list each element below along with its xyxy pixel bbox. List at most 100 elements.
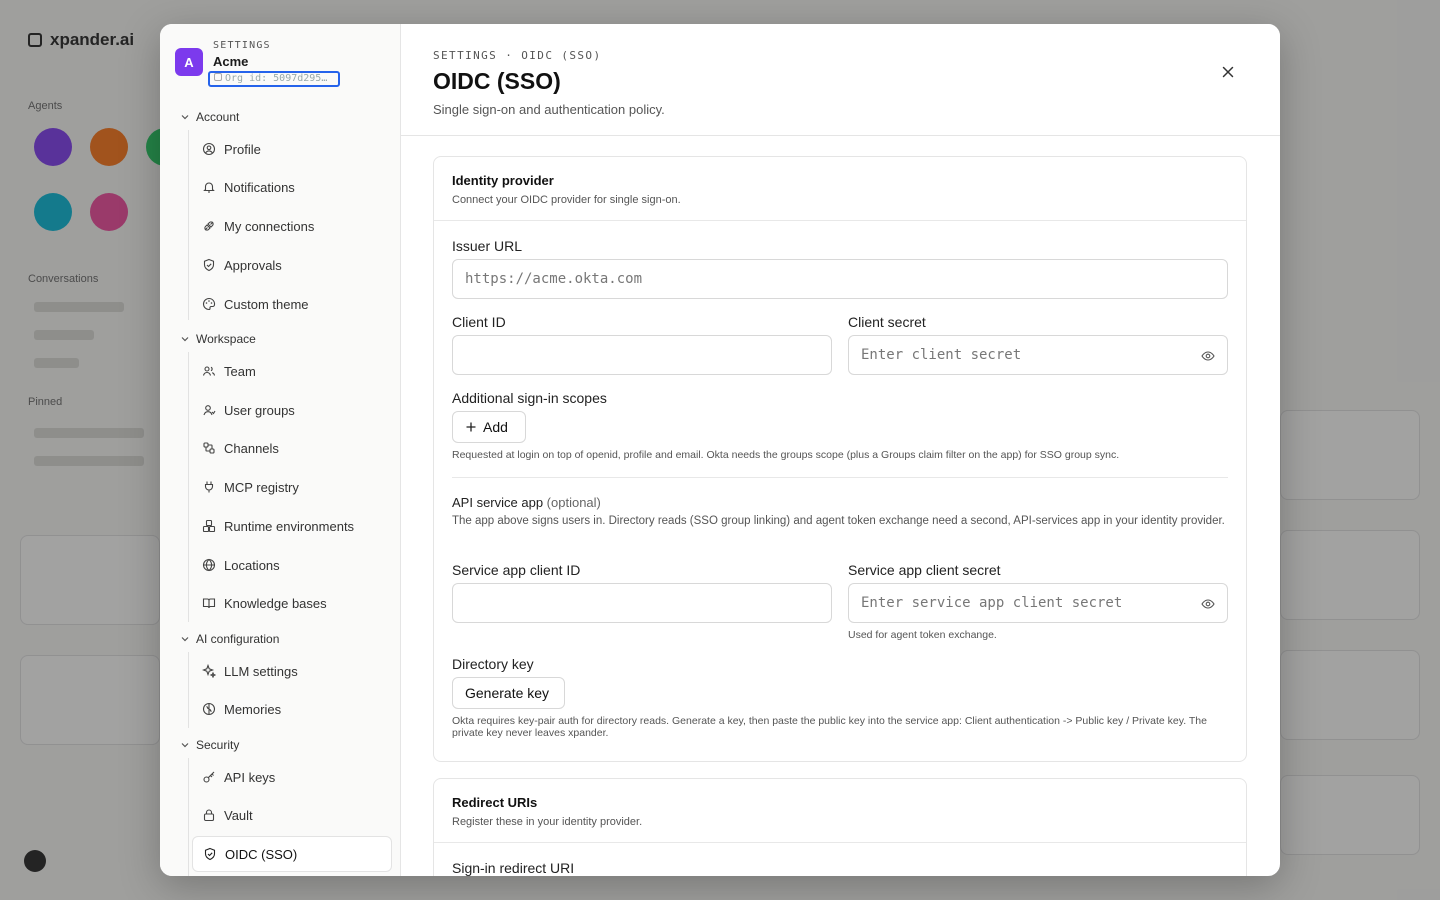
client-secret-label: Client secret — [848, 314, 926, 330]
eye-icon[interactable] — [1201, 597, 1215, 611]
sidebar-item-my-connections[interactable]: My connections — [192, 208, 392, 244]
sidebar-item-memories[interactable]: Memories — [192, 691, 392, 727]
page-title: OIDC (SSO) — [433, 68, 561, 94]
chevron-down-icon — [181, 743, 189, 748]
card-header: Identity provider Connect your OIDC prov… — [434, 157, 1246, 221]
org-name: Acme — [213, 54, 249, 69]
sidebar-item-mcp-registry[interactable]: MCP registry — [192, 469, 392, 505]
nav-group-label: Workspace — [196, 332, 256, 346]
sidebar-item-team[interactable]: Team — [192, 353, 392, 389]
sidebar-item-llm-settings[interactable]: LLM settings — [192, 653, 392, 689]
client-secret-input[interactable]: Enter client secret — [848, 335, 1228, 375]
sidebar-item-label: MCP registry — [224, 479, 299, 495]
sidebar-item-profile[interactable]: Profile — [192, 131, 392, 167]
sidebar-item-notifications[interactable]: Notifications — [192, 169, 392, 205]
api-service-title: API service app (optional) — [452, 495, 601, 510]
shield-check-icon — [203, 258, 215, 272]
sidebar-item-knowledge-bases[interactable]: Knowledge bases — [192, 585, 392, 621]
client-id-input[interactable] — [452, 335, 832, 375]
service-secret-hint: Used for agent token exchange. — [848, 629, 997, 641]
nav-rule — [188, 352, 189, 622]
nav-rule — [188, 758, 189, 876]
org-avatar: A — [175, 48, 203, 76]
sidebar-item-oidc-sso[interactable]: OIDC (SSO) — [192, 836, 392, 872]
eye-icon[interactable] — [1201, 349, 1215, 363]
sidebar-item-label: API keys — [224, 769, 276, 785]
service-client-secret-label: Service app client secret — [848, 562, 1001, 578]
nav-group-label: Account — [196, 110, 240, 124]
service-client-id-input[interactable] — [452, 583, 832, 623]
nav-group-ai-configuration[interactable]: AI configuration — [180, 632, 279, 646]
sidebar-item-label: Team — [224, 363, 256, 379]
section-divider — [452, 477, 1228, 478]
sidebar-item-runtime-environments[interactable]: Runtime environments — [192, 508, 392, 544]
sidebar-eyebrow: SETTINGS — [213, 40, 271, 51]
add-scope-button[interactable]: Add — [452, 411, 526, 443]
sidebar-item-label: Knowledge bases — [224, 595, 327, 611]
page-subtitle: Single sign-on and authentication policy… — [433, 102, 665, 117]
globe-icon — [202, 558, 216, 572]
book-open-icon — [202, 598, 216, 609]
lock-icon — [203, 809, 215, 822]
sidebar-item-user-groups[interactable]: User groups — [192, 392, 392, 428]
api-service-title-text: API service app — [452, 495, 544, 510]
sidebar-item-label: Approvals — [224, 257, 282, 273]
chevron-down-icon — [181, 637, 189, 642]
plug-icon — [204, 481, 214, 493]
card-title: Redirect URIs — [452, 795, 538, 810]
issuer-url-input[interactable]: https://acme.okta.com — [452, 259, 1228, 299]
nav-group-account[interactable]: Account — [180, 110, 239, 124]
sidebar-item-vault[interactable]: Vault — [192, 797, 392, 833]
nav-group-label: Security — [196, 738, 240, 752]
plug-icon — [204, 221, 214, 231]
settings-modal: A SETTINGS Acme Org id: 5097d295… Accoun… — [160, 24, 1280, 876]
sidebar-item-locations[interactable]: Locations — [192, 547, 392, 583]
brain-icon — [202, 702, 216, 716]
sidebar-item-label: User groups — [224, 402, 295, 418]
chevron-down-icon — [181, 337, 189, 342]
sidebar-item-label: Profile — [224, 141, 261, 157]
key-icon — [203, 771, 215, 783]
sidebar-item-api-keys[interactable]: API keys — [192, 759, 392, 795]
nav-group-security[interactable]: Security — [180, 738, 239, 752]
settings-main: SETTINGS · OIDC (SSO) OIDC (SSO) Single … — [401, 24, 1280, 876]
breadcrumb: SETTINGS · OIDC (SSO) — [433, 49, 602, 62]
org-id-copy-button[interactable]: Org id: 5097d295… — [208, 71, 340, 87]
card-header: Redirect URIs Register these in your ide… — [434, 779, 1246, 843]
card-description: Connect your OIDC provider for single si… — [452, 194, 681, 206]
sidebar-item-label: OIDC (SSO) — [225, 846, 298, 862]
card-title: Identity provider — [452, 173, 554, 188]
generate-key-button[interactable]: Generate key — [452, 677, 565, 709]
channels-icon — [203, 442, 215, 454]
close-icon — [1222, 66, 1234, 78]
add-scope-label: Add — [483, 419, 508, 435]
sidebar-item-label: Memories — [224, 701, 282, 717]
optional-tag: (optional) — [546, 495, 601, 510]
directory-key-label: Directory key — [452, 656, 534, 672]
scopes-label: Additional sign-in scopes — [452, 390, 607, 406]
service-client-secret-input[interactable]: Enter service app client secret — [848, 583, 1228, 623]
client-secret-placeholder: Enter client secret — [861, 347, 1022, 363]
nav-rule — [188, 130, 189, 320]
scopes-hint: Requested at login on top of openid, pro… — [452, 449, 1120, 461]
sidebar-item-label: Runtime environments — [224, 518, 355, 534]
page-header: SETTINGS · OIDC (SSO) OIDC (SSO) Single … — [401, 24, 1280, 136]
org-id-text: Org id: 5097d295… — [225, 73, 328, 84]
sidebar-item-label: Custom theme — [224, 296, 309, 312]
sidebar-item-label: My connections — [224, 218, 315, 234]
copy-icon — [214, 73, 222, 81]
sidebar-item-custom-theme[interactable]: Custom theme — [192, 286, 392, 322]
users-icon — [202, 366, 216, 376]
settings-sidebar: A SETTINGS Acme Org id: 5097d295… Accoun… — [160, 24, 401, 876]
nav-group-workspace[interactable]: Workspace — [180, 332, 256, 346]
sidebar-item-label: Notifications — [224, 179, 295, 195]
sidebar-item-label: LLM settings — [224, 663, 298, 679]
user-circle-icon — [202, 142, 216, 156]
sidebar-item-approvals[interactable]: Approvals — [192, 247, 392, 283]
identity-provider-card: Identity provider Connect your OIDC prov… — [433, 156, 1247, 762]
nav-rule — [188, 652, 189, 728]
sidebar-item-channels[interactable]: Channels — [192, 430, 392, 466]
sidebar-item-label: Channels — [224, 440, 279, 456]
close-button[interactable] — [1218, 62, 1238, 82]
api-service-description: The app above signs users in. Directory … — [452, 515, 1225, 527]
